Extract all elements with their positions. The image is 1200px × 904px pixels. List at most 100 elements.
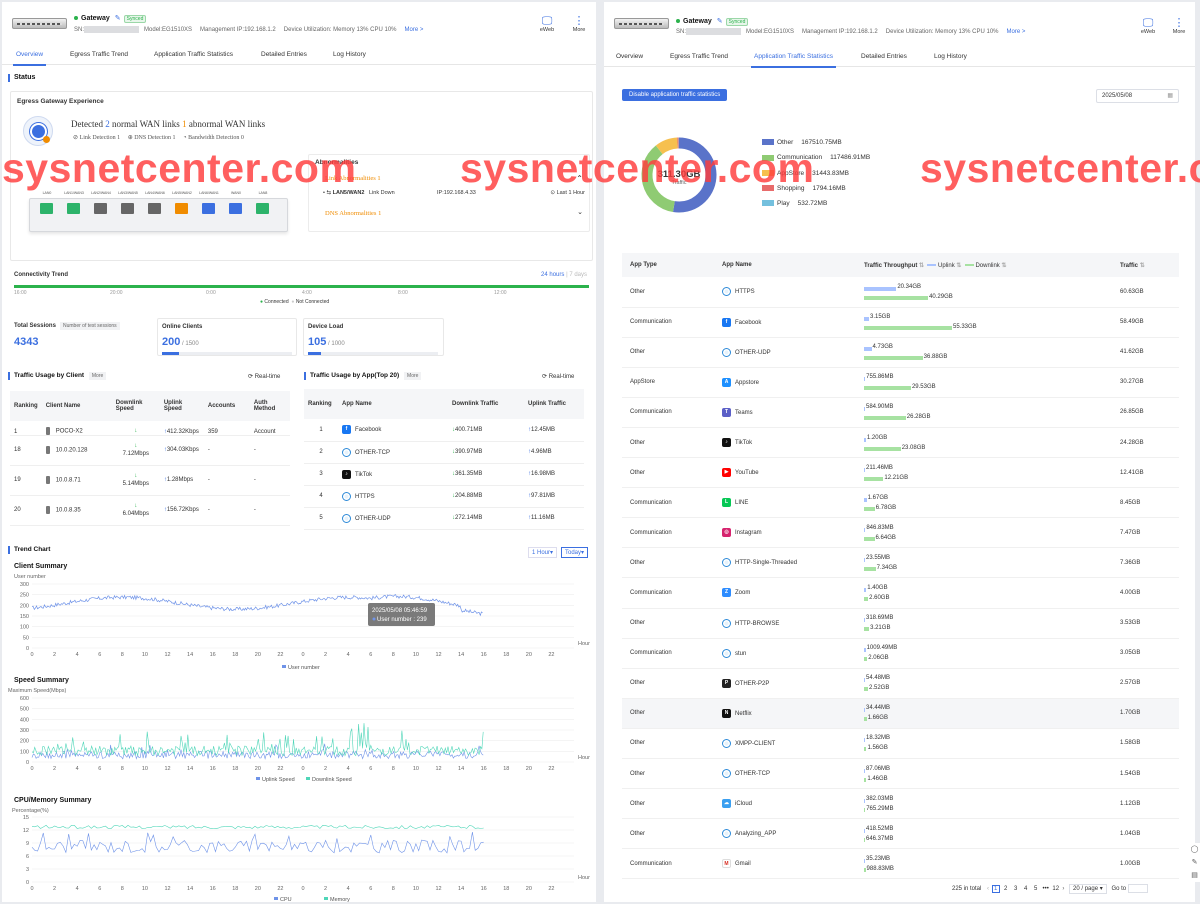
table-row[interactable]: Communication Z Zoom 1.40GB 2.60GB 4.00GB [622, 577, 1179, 609]
port-icon[interactable] [94, 203, 107, 214]
table-row[interactable]: Other XMPP-CLIENT 18.32MB 1.56GB 1.58GB [622, 728, 1179, 760]
port-icon[interactable] [256, 203, 269, 214]
port-icon[interactable] [202, 203, 215, 214]
table-row[interactable]: Other N Netflix 34.44MB 1.66GB 1.70GB [622, 698, 1179, 729]
edit-icon[interactable]: ✎ [1189, 856, 1200, 869]
table-row[interactable]: Communication ◎ Instagram 846.83MB 6.64GB 7.4… [622, 517, 1179, 549]
more-link[interactable]: More > [405, 27, 424, 33]
table-row[interactable]: Other ▶ YouTube 211.46MB 12.21GB 12.41GB [622, 457, 1179, 489]
client-realtime-select[interactable]: ⟳ Real-time [248, 373, 280, 380]
legend-item[interactable]: Communication 117486.91MB [762, 154, 870, 169]
goto-input[interactable] [1127, 884, 1148, 893]
more-menu-button[interactable]: ⋮ More [1167, 17, 1191, 35]
legend-item[interactable]: Other 167510.75MB [762, 139, 870, 154]
legend-item[interactable]: AppStore 31443.83MB [762, 170, 870, 185]
client-summary-chart: Client SummaryUser number050100150200250… [14, 563, 590, 671]
table-row[interactable]: Communication f Facebook 3.15GB 55.33GB 58.49… [622, 307, 1179, 338]
chevron-down-icon[interactable]: ⌄ [577, 208, 583, 216]
page-ellipsis[interactable]: ••• [1042, 886, 1050, 892]
table-row[interactable]: Other OTHER-UDP 4.73GB 36.88GB 41.62GB [622, 337, 1179, 368]
tab-detailed-entries[interactable]: Detailed Entries [261, 51, 307, 58]
more-link[interactable]: More > [1007, 29, 1026, 35]
client-more-button[interactable]: More [88, 372, 107, 380]
page-size-select[interactable]: 20 / page ▾ [1069, 884, 1107, 895]
more-menu-button[interactable]: ⋮ More [567, 15, 591, 33]
link-abnormalities[interactable]: Link Abnormalities 1 [325, 175, 381, 182]
table-row[interactable]: Other P OTHER-P2P 54.48MB 2.52GB 2.57GB [622, 668, 1179, 699]
table-row[interactable]: 1 POCO-X2 ↓ ↑412.32Kbps 359 Account [10, 421, 290, 436]
tab-log-history[interactable]: Log History [934, 53, 967, 60]
legend-item[interactable]: Shopping 1794.16MB [762, 185, 870, 200]
page-4[interactable]: 4 [1022, 886, 1030, 892]
period-select[interactable]: Today▾ [561, 547, 589, 558]
table-row[interactable]: AppStore A Appstore 755.86MB 29.53GB 30.27GB [622, 367, 1179, 398]
table-row[interactable]: Communication T Teams 584.90MB 26.28GB 26.85G… [622, 397, 1179, 428]
disable-statistics-button[interactable]: Disable application traffic statistics [622, 89, 728, 101]
table-row[interactable]: Other Analyzing_APP 418.52MB 646.37MB 1.04GB [622, 818, 1179, 850]
chevron-up-icon[interactable]: ⌃ [576, 174, 583, 183]
page-5[interactable]: 5 [1032, 886, 1040, 892]
page-3[interactable]: 3 [1012, 886, 1020, 892]
port-icon[interactable] [229, 203, 242, 214]
table-row[interactable]: Communication M Gmail 35.23MB 988.83MB 1.00GB [622, 848, 1179, 880]
interval-select[interactable]: 1 Hour▾ [528, 547, 558, 558]
table-row[interactable]: 20 10.0.8.35 ↓ 6.04Mbps ↑156.72Kbps - - [10, 495, 290, 526]
test-sessions-button[interactable]: Number of test sessions [60, 322, 120, 330]
table-row[interactable]: Other HTTPS 20.34GB 40.29GB 60.63GB [622, 277, 1179, 308]
tab-overview[interactable]: Overview [12, 51, 47, 66]
tab-egress-traffic-trend[interactable]: Egress Traffic Trend [670, 53, 728, 60]
dns-abnormalities[interactable]: DNS Abnormalities 1 [325, 210, 381, 217]
prev-page-icon[interactable]: ‹ [987, 886, 989, 892]
table-row[interactable]: Other OTHER-TCP 87.06MB 1.46GB 1.54GB [622, 758, 1179, 790]
col-traffic-throughput[interactable]: Traffic Throughput ⇅ Uplink ⇅ Downlink ⇅ [856, 253, 1112, 277]
app-realtime-select[interactable]: ⟳ Real-time [542, 373, 574, 380]
legend-item[interactable]: Play 532.72MB [762, 200, 870, 215]
col-uplink-speed[interactable]: Uplink Speed [159, 391, 204, 421]
pie-slice[interactable] [655, 137, 679, 155]
col-traffic[interactable]: Traffic ⇅ [1112, 253, 1179, 277]
downlink-bar [864, 687, 868, 692]
table-row[interactable]: Other ♪ TikTok 1.20GB 23.08GB 24.28GB [622, 427, 1179, 459]
table-row[interactable]: 1 f Facebook ↓400.71MB ↑12.45MB [304, 419, 584, 442]
port-icon[interactable] [40, 203, 53, 214]
eweb-button[interactable]: 🖵 eWeb [1136, 17, 1160, 35]
col-downlink-speed[interactable]: Downlink Speed [111, 391, 160, 421]
page-12[interactable]: 12 [1052, 886, 1060, 892]
table-row[interactable]: 5 OTHER-UDP ↓272.14MB ↑11.16MB [304, 507, 584, 530]
port-icon[interactable] [148, 203, 161, 214]
range-7d[interactable]: 7 days [569, 272, 587, 278]
port-icon[interactable] [175, 203, 188, 214]
tab-overview[interactable]: Overview [616, 53, 643, 60]
table-row[interactable]: 18 10.0.20.128 ↓ 7.12Mbps ↑304.03Kbps - - [10, 435, 290, 466]
tab-application-traffic-statistics[interactable]: Application Traffic Statistics [154, 51, 233, 58]
tab-application-traffic-statistics[interactable]: Application Traffic Statistics [751, 53, 836, 68]
table-row[interactable]: 3 ♪ TikTok ↓361.35MB ↑16.98MB [304, 463, 584, 486]
next-page-icon[interactable]: › [1062, 886, 1064, 892]
tab-log-history[interactable]: Log History [333, 51, 366, 58]
abnormalities-card: Abnormalities Link Abnormalities 1 ⌃ • ⇆… [308, 154, 590, 232]
page-2[interactable]: 2 [1002, 886, 1010, 892]
tab-egress-traffic-trend[interactable]: Egress Traffic Trend [70, 51, 128, 58]
chat-icon[interactable]: ◯ [1189, 843, 1200, 856]
tab-detailed-entries[interactable]: Detailed Entries [861, 53, 907, 60]
table-row[interactable]: Other HTTP-BROWSE 318.69MB 3.21GB 3.53GB [622, 608, 1179, 639]
port-icon[interactable] [67, 203, 80, 214]
y-axis-label: Percentage(%) [12, 808, 49, 814]
edit-icon[interactable]: ✎ [115, 15, 121, 22]
table-row[interactable]: 4 HTTPS ↓204.88MB ↑97.81MB [304, 485, 584, 508]
port-icon[interactable] [121, 203, 134, 214]
table-row[interactable]: 2 OTHER-TCP ↓390.97MB ↑4.96MB [304, 441, 584, 464]
page-1[interactable]: 1 [991, 885, 1000, 894]
app-more-button[interactable]: More [404, 372, 422, 380]
table-row[interactable]: Communication stun 1009.49MB 2.06GB 3.05GB [622, 638, 1179, 669]
table-row[interactable]: Communication L LINE 1.67GB 6.78GB 8.45GB [622, 487, 1179, 519]
edit-icon[interactable]: ✎ [717, 18, 723, 25]
table-row[interactable]: 19 10.0.8.71 ↓ 5.14Mbps ↑1.28Mbps - - [10, 465, 290, 496]
table-row[interactable]: Other HTTP-Single-Threaded 23.55MB 7.34GB 7.… [622, 547, 1179, 579]
egress-experience-card: Egress Gateway Experience Detected 2 nor… [10, 91, 593, 261]
range-24h[interactable]: 24 hours [541, 272, 564, 278]
eweb-button[interactable]: 🖵 eWeb [535, 15, 559, 33]
table-row[interactable]: Other ☁ iCloud 382.03MB 765.29MB 1.12GB [622, 788, 1179, 820]
clipboard-icon[interactable]: ▤ [1189, 869, 1200, 882]
date-picker[interactable]: 2025/05/08 ▦ [1096, 89, 1179, 103]
